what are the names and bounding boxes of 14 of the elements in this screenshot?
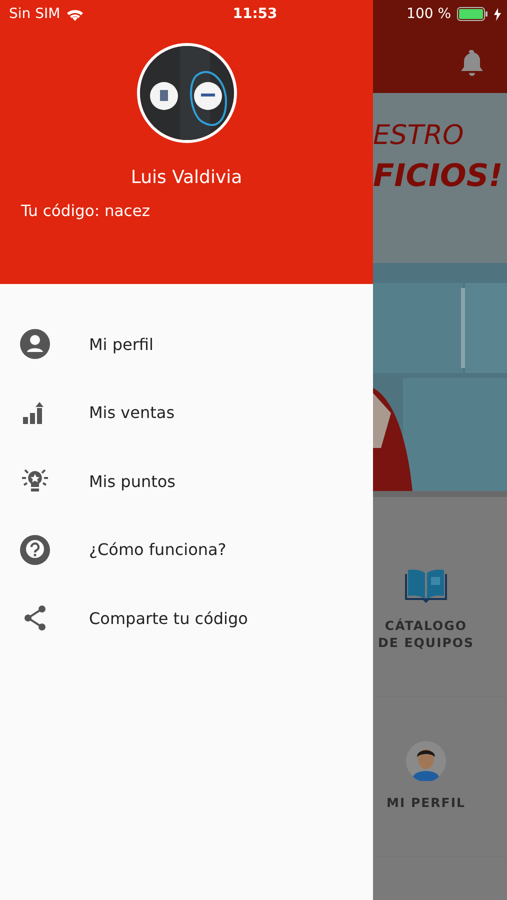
tile-label: MI PERFIL xyxy=(386,795,466,812)
menu-item[interactable]: Mis ventas xyxy=(0,378,373,447)
battery-percent: 100 % xyxy=(406,6,452,22)
tile-label: CÁTALOGO DE EQUIPOS xyxy=(376,618,476,652)
menu-item[interactable]: Mi perfil xyxy=(0,310,373,378)
user-name: Luis Valdivia xyxy=(130,167,244,188)
referral-code: Tu código: nacez xyxy=(21,202,152,220)
menu-item[interactable]: Comparte tu código xyxy=(0,584,373,652)
banner-headline: ESTRO xyxy=(373,121,465,151)
carrier-label: Sin SIM xyxy=(9,6,60,22)
banner-headline: FICIOS! xyxy=(373,158,503,193)
status-time: 11:53 xyxy=(232,6,278,22)
menu-item[interactable]: ¿Cómo funciona? xyxy=(0,516,373,584)
menu-item[interactable]: Mis puntos xyxy=(0,447,373,516)
